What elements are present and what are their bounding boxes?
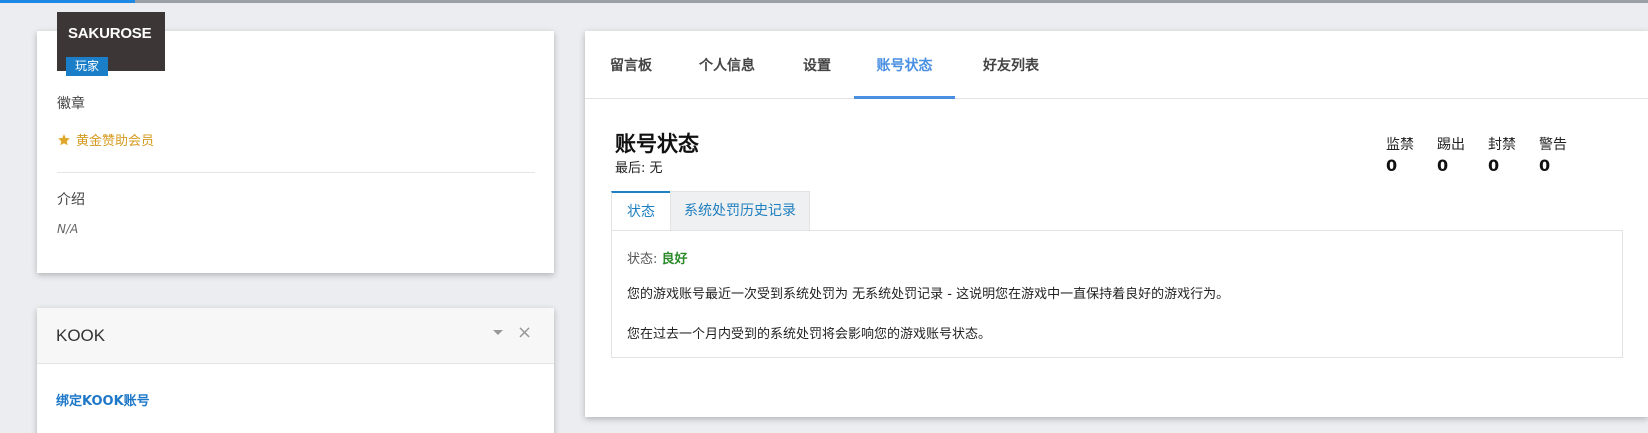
top-progress-accent xyxy=(0,0,135,3)
stat-value: 0 xyxy=(1539,156,1551,175)
state-line: 状态: 良好 xyxy=(627,248,688,267)
stat-warning: 警告 0 xyxy=(1539,134,1567,175)
role-badge: 玩家 xyxy=(66,57,108,76)
state-value: 良好 xyxy=(661,252,688,267)
stat-label: 监禁 xyxy=(1386,137,1414,153)
intro-value: N/A xyxy=(57,222,79,236)
intro-label: 介绍 xyxy=(57,192,85,208)
tab-settings[interactable]: 设置 xyxy=(801,31,833,99)
top-progress-line xyxy=(0,0,1648,3)
badges-label: 徽章 xyxy=(57,96,85,112)
stat-label: 踢出 xyxy=(1437,137,1465,153)
stat-label: 警告 xyxy=(1539,137,1567,153)
state-prefix: 状态: xyxy=(627,252,658,267)
profile-tabs: 留言板 个人信息 设置 账号状态 好友列表 xyxy=(585,31,1648,99)
status-panel: 状态: 良好 您的游戏账号最近一次受到系统处罚为 无系统处罚记录 - 这说明您在… xyxy=(611,230,1623,358)
stat-value: 0 xyxy=(1386,156,1398,175)
close-icon[interactable]: × xyxy=(517,322,532,343)
tab-personal-info[interactable]: 个人信息 xyxy=(696,31,758,99)
stat-label: 封禁 xyxy=(1488,137,1516,153)
status-paragraph-2: 您在过去一个月内受到的系统处罚将会影响您的游戏账号状态。 xyxy=(627,327,992,342)
username: SAKUROSE xyxy=(68,25,152,42)
badge-gold-sponsor: 黄金赞助会员 xyxy=(57,130,154,149)
kook-card: KOOK × 绑定KOOK账号 xyxy=(37,308,554,433)
tab-message-board[interactable]: 留言板 xyxy=(608,31,654,99)
star-icon xyxy=(58,133,70,145)
stat-value: 0 xyxy=(1437,156,1449,175)
kook-title: KOOK xyxy=(56,326,106,345)
page-title: 账号状态 xyxy=(615,132,699,156)
tab-friends[interactable]: 好友列表 xyxy=(979,31,1043,99)
stat-jail: 监禁 0 xyxy=(1386,134,1414,175)
subtab-status[interactable]: 状态 xyxy=(611,191,671,231)
tab-account-status[interactable]: 账号状态 xyxy=(854,31,955,99)
divider xyxy=(57,172,535,173)
bind-kook-link[interactable]: 绑定KOOK账号 xyxy=(56,390,150,409)
last-punishment: 最后: 无 xyxy=(615,161,663,176)
subtab-punishment-history[interactable]: 系统处罚历史记录 xyxy=(670,191,810,231)
main-panel: 留言板 个人信息 设置 账号状态 好友列表 账号状态 最后: 无 监禁 0 踢出… xyxy=(585,31,1648,417)
stat-kick: 踢出 0 xyxy=(1437,134,1465,175)
chevron-down-icon[interactable] xyxy=(493,330,503,335)
status-paragraph-1: 您的游戏账号最近一次受到系统处罚为 无系统处罚记录 - 这说明您在游戏中一直保持… xyxy=(627,287,1230,302)
stat-ban: 封禁 0 xyxy=(1488,134,1516,175)
kook-card-header: KOOK × xyxy=(37,308,554,364)
badge-label: 黄金赞助会员 xyxy=(76,134,155,149)
stat-value: 0 xyxy=(1488,156,1500,175)
